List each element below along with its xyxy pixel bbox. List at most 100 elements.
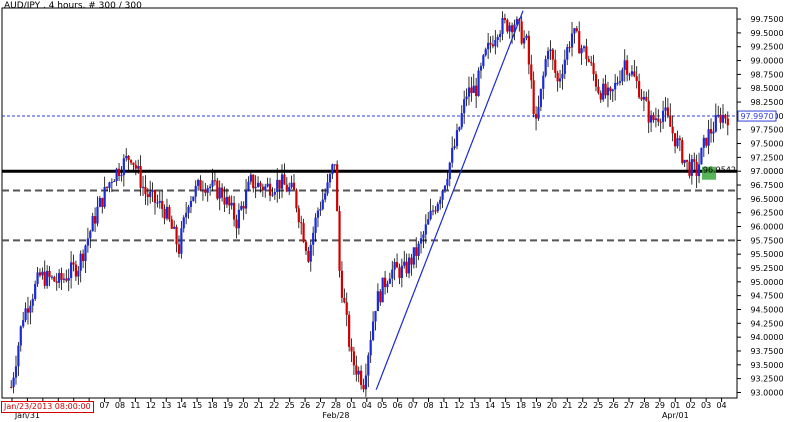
- candle-down: [74, 264, 78, 277]
- candle-up: [173, 226, 176, 229]
- y-tick-label: 96.7500: [750, 181, 783, 190]
- candle-down: [101, 197, 104, 207]
- candle-up: [108, 182, 111, 188]
- candle-down: [489, 42, 492, 45]
- candle-down: [534, 113, 538, 119]
- x-tick-label: 04: [362, 401, 372, 410]
- candle-up: [683, 159, 686, 163]
- y-tick-label: 96.0000: [750, 223, 783, 232]
- y-tick-label: 93.0000: [750, 388, 783, 397]
- y-tick-label: 98.7500: [750, 70, 783, 79]
- candle-up: [328, 174, 332, 183]
- x-tick-label: 12: [454, 401, 464, 410]
- candle-down: [153, 190, 157, 203]
- x-tick-label: 15: [501, 401, 511, 410]
- candle-down: [261, 186, 264, 191]
- candle-down: [129, 160, 133, 163]
- candle-up: [182, 217, 185, 229]
- candle-up: [36, 272, 39, 285]
- candle-up: [189, 200, 193, 207]
- x-tick-label: 29: [655, 401, 665, 410]
- candle-up: [544, 59, 547, 76]
- candle-down: [587, 59, 590, 62]
- candle-down: [81, 253, 85, 261]
- candle-up: [611, 89, 614, 92]
- candle-down: [338, 211, 341, 271]
- candle-down: [594, 74, 598, 87]
- candle-up: [254, 187, 257, 189]
- candle-down: [300, 222, 303, 224]
- x-tick-label: 25: [593, 401, 603, 410]
- x-tick-label: 25: [285, 401, 295, 410]
- candle-up: [79, 253, 82, 271]
- candle-up: [86, 238, 89, 246]
- candle-down: [705, 137, 708, 146]
- time-cursor-label: Jan/23/2013 08:00:00: [1, 401, 94, 413]
- y-tick-label: 95.5000: [750, 250, 783, 259]
- x-tick-label: 19: [531, 401, 541, 410]
- candle-down: [144, 186, 147, 195]
- candle-up: [46, 270, 49, 286]
- candle-up: [563, 59, 566, 74]
- x-tick-label: 14: [177, 401, 187, 410]
- candle-up: [436, 203, 439, 212]
- candle-up: [264, 186, 267, 191]
- candle-up: [77, 270, 80, 277]
- y-tick-label: 98.5000: [750, 84, 783, 93]
- candle-up: [580, 48, 583, 54]
- candle-up: [542, 75, 545, 89]
- candle-down: [532, 80, 535, 114]
- candle-up: [369, 339, 372, 356]
- candle-up: [582, 46, 586, 49]
- candle-down: [635, 76, 638, 82]
- candle-up: [312, 232, 315, 245]
- x-tick-label: 07: [408, 401, 418, 410]
- candle-up: [19, 326, 22, 346]
- candle-up: [546, 50, 550, 60]
- candle-down: [268, 183, 272, 196]
- candle-down: [511, 25, 514, 33]
- candle-down: [597, 86, 600, 93]
- candle-up: [501, 18, 504, 34]
- candle-up: [484, 49, 487, 56]
- candle-up: [271, 194, 274, 196]
- price-chart[interactable]: 99.7500 99.5000 99.2500 99.0000 98.7500 98.50…: [0, 0, 800, 422]
- candle-up: [256, 182, 260, 188]
- candle-down: [688, 161, 691, 176]
- candle-up: [96, 206, 99, 224]
- candle-up: [225, 196, 228, 205]
- y-tick-label: 96.2500: [750, 209, 783, 218]
- candle-up: [115, 168, 118, 181]
- candle-down: [26, 308, 30, 313]
- candle-up: [41, 271, 44, 276]
- candle-up: [412, 247, 415, 265]
- candle-up: [288, 187, 291, 192]
- candle-up: [496, 36, 499, 40]
- candle-up: [717, 114, 720, 116]
- candle-up: [508, 25, 511, 32]
- candle-down: [578, 31, 581, 54]
- candle-up: [463, 99, 466, 114]
- candle-up: [690, 159, 693, 176]
- candle-down: [228, 196, 231, 206]
- candle-up: [700, 147, 703, 165]
- candle-down: [362, 384, 365, 390]
- candle-up: [455, 130, 459, 147]
- candle-up: [465, 96, 468, 100]
- y-tick-label: 97.0000: [750, 167, 783, 176]
- candle-up: [714, 115, 717, 132]
- candle-down: [259, 182, 262, 187]
- candle-down: [285, 184, 288, 192]
- candle-up: [676, 138, 679, 147]
- candle-up: [573, 28, 576, 34]
- x-tick-label: 28: [331, 401, 341, 410]
- candle-up: [407, 257, 411, 274]
- candle-up: [537, 106, 540, 119]
- candle-down: [633, 71, 636, 77]
- candle-down: [585, 46, 588, 60]
- candle-up: [697, 164, 701, 176]
- candle-down: [348, 314, 351, 347]
- candle-up: [50, 276, 54, 278]
- candle-down: [395, 262, 399, 268]
- candle-down: [503, 18, 507, 20]
